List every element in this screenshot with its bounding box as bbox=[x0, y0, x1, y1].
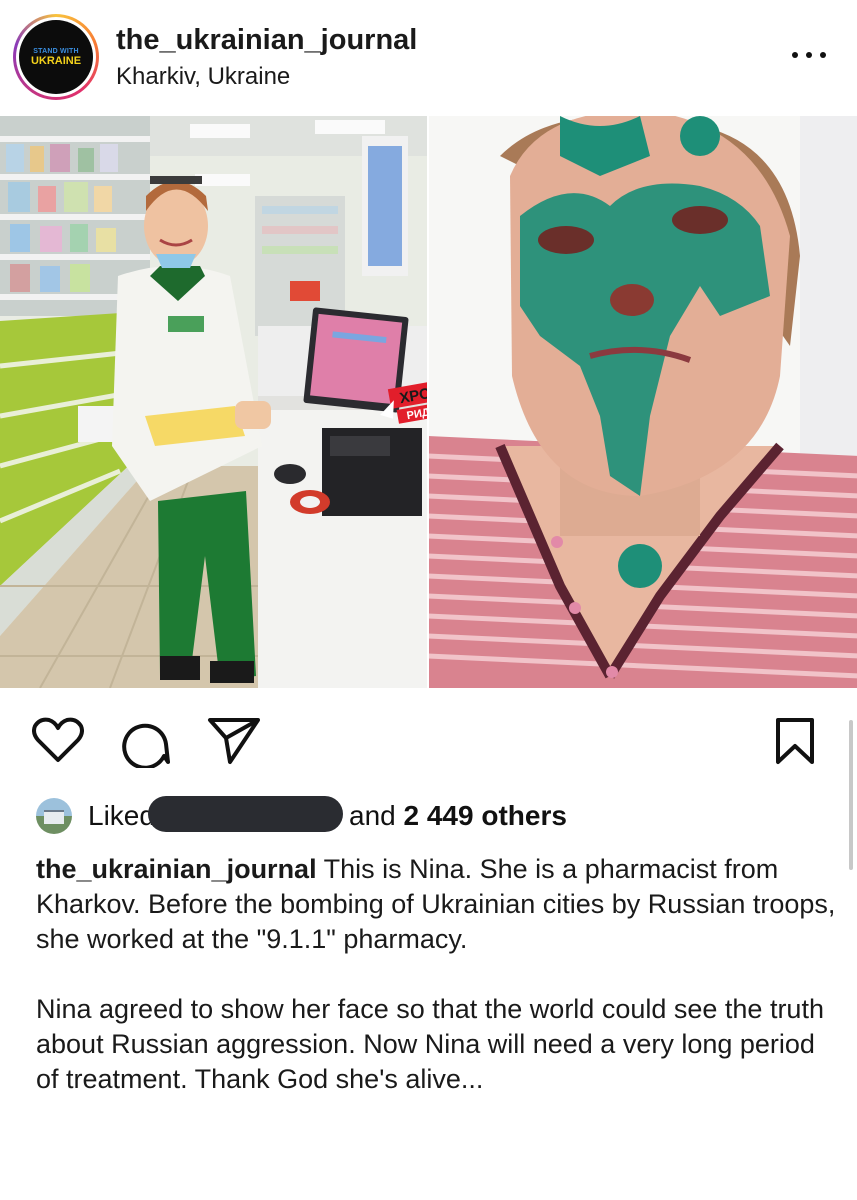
caption-username[interactable]: the_ukrainian_journal bbox=[36, 854, 317, 884]
avatar-text-line1: STAND WITH bbox=[33, 47, 79, 55]
heart-icon[interactable] bbox=[32, 716, 84, 764]
post-username[interactable]: the_ukrainian_journal bbox=[116, 24, 417, 57]
redacted-username bbox=[148, 796, 343, 832]
likes-count[interactable]: and 2 449 others bbox=[349, 800, 567, 832]
comment-icon[interactable] bbox=[120, 716, 172, 768]
post-header: STAND WITH UKRAINE the_ukrainian_journal… bbox=[0, 0, 857, 116]
liked-by-prefix: Liked bbox=[88, 800, 155, 831]
liker-avatar[interactable] bbox=[36, 798, 72, 834]
bookmark-icon[interactable] bbox=[774, 716, 816, 766]
pharmacy-photo: ХРОНИКИ РИДИКА bbox=[0, 116, 480, 688]
post-location[interactable]: Kharkiv, Ukraine bbox=[116, 63, 290, 91]
more-horizontal-icon[interactable] bbox=[790, 44, 828, 64]
scrollbar[interactable] bbox=[849, 720, 853, 870]
post-action-bar bbox=[0, 700, 857, 780]
avatar-text-line2: UKRAINE bbox=[30, 54, 82, 67]
likes-row[interactable]: Liked and 2 449 others bbox=[0, 790, 857, 846]
post-caption: the_ukrainian_journal This is Nina. She … bbox=[36, 852, 836, 1097]
likes-others-count: 2 449 others bbox=[403, 800, 567, 831]
likes-and: and bbox=[349, 800, 396, 831]
caption-paragraph-2: Nina agreed to show her face so that the… bbox=[36, 994, 824, 1094]
post-image[interactable]: ХРОНИКИ РИДИКА bbox=[0, 116, 857, 688]
face-photo bbox=[427, 116, 857, 688]
send-icon[interactable] bbox=[206, 716, 262, 766]
caption-paragraph-1: the_ukrainian_journal This is Nina. She … bbox=[36, 852, 836, 957]
avatar-image: STAND WITH UKRAINE bbox=[19, 20, 93, 94]
profile-avatar[interactable]: STAND WITH UKRAINE bbox=[13, 14, 99, 100]
